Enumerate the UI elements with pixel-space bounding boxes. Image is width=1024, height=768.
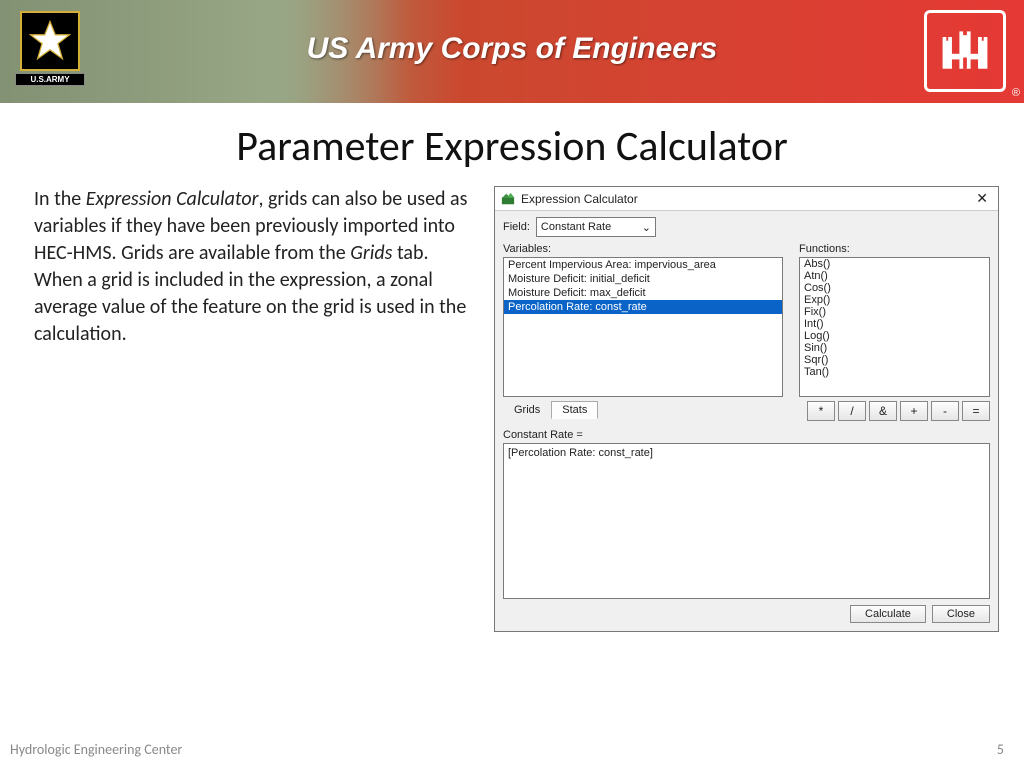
list-item[interactable]: Exp() — [800, 294, 989, 306]
app-icon — [501, 192, 515, 206]
list-item[interactable]: Int() — [800, 318, 989, 330]
close-icon[interactable]: ✕ — [972, 190, 992, 207]
expression-textarea[interactable]: [Percolation Rate: const_rate] — [503, 443, 990, 599]
dialog-title: Expression Calculator — [521, 192, 972, 206]
field-select[interactable]: Constant Rate ⌄ — [536, 217, 656, 237]
usace-castle-icon — [924, 10, 1006, 92]
list-item[interactable]: Moisture Deficit: max_deficit — [504, 286, 782, 300]
expression-calculator-dialog: Expression Calculator ✕ Field: Constant … — [494, 186, 999, 632]
list-item[interactable]: Tan() — [800, 366, 989, 378]
list-item[interactable]: Log() — [800, 330, 989, 342]
op-plus-button[interactable]: + — [900, 401, 928, 421]
expression-label: Constant Rate = — [503, 429, 990, 441]
list-item[interactable]: Moisture Deficit: initial_deficit — [504, 272, 782, 286]
footer-left: Hydrologic Engineering Center — [10, 741, 182, 758]
us-army-logo: U.S.ARMY — [15, 11, 85, 93]
list-item[interactable]: Sin() — [800, 342, 989, 354]
list-item[interactable]: Percolation Rate: const_rate — [504, 300, 782, 314]
field-label: Field: — [503, 221, 530, 233]
army-label: U.S.ARMY — [15, 73, 85, 86]
op-equals-button[interactable]: = — [962, 401, 990, 421]
list-item[interactable]: Fix() — [800, 306, 989, 318]
op-minus-button[interactable]: - — [931, 401, 959, 421]
list-item[interactable]: Sqr() — [800, 354, 989, 366]
list-item[interactable]: Atn() — [800, 270, 989, 282]
tab-grids[interactable]: Grids — [503, 401, 551, 419]
page-number: 5 — [997, 741, 1004, 758]
tab-stats[interactable]: Stats — [551, 401, 598, 419]
list-item[interactable]: Cos() — [800, 282, 989, 294]
functions-label: Functions: — [799, 243, 990, 255]
variables-label: Variables: — [503, 243, 783, 255]
list-item[interactable]: Abs() — [800, 258, 989, 270]
functions-listbox[interactable]: Abs() Atn() Cos() Exp() Fix() Int() Log(… — [799, 257, 990, 397]
body-paragraph: In the Expression Calculator, grids can … — [34, 186, 474, 632]
registered-mark: ® — [1012, 87, 1020, 99]
op-divide-button[interactable]: / — [838, 401, 866, 421]
army-star-icon — [20, 11, 80, 71]
dialog-titlebar: Expression Calculator ✕ — [495, 187, 998, 211]
op-concat-button[interactable]: & — [869, 401, 897, 421]
chevron-down-icon: ⌄ — [642, 221, 651, 234]
calculate-button[interactable]: Calculate — [850, 605, 926, 623]
variables-listbox[interactable]: Percent Impervious Area: impervious_area… — [503, 257, 783, 397]
op-multiply-button[interactable]: * — [807, 401, 835, 421]
page-title: Parameter Expression Calculator — [0, 121, 1024, 172]
header-banner: U.S.ARMY US Army Corps of Engineers ® — [0, 0, 1024, 103]
banner-title: US Army Corps of Engineers — [307, 32, 718, 66]
list-item[interactable]: Percent Impervious Area: impervious_area — [504, 258, 782, 272]
close-button[interactable]: Close — [932, 605, 990, 623]
